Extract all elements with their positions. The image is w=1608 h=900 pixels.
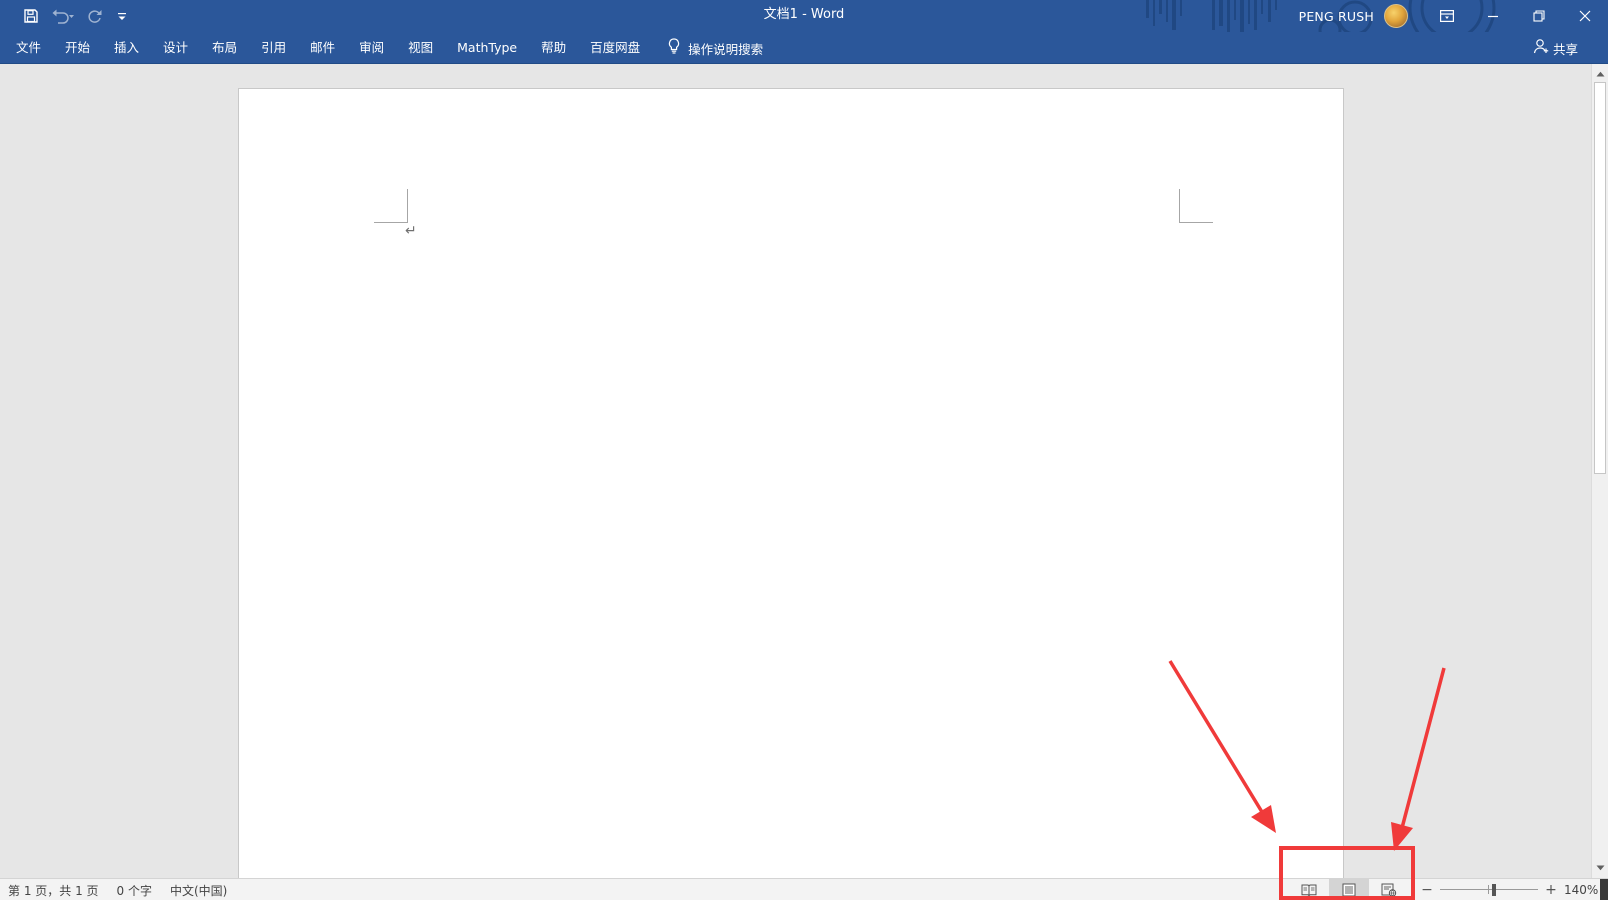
tab-help[interactable]: 帮助 (529, 32, 578, 64)
tab-layout[interactable]: 布局 (200, 32, 249, 64)
zoom-slider-track (1440, 889, 1538, 890)
page-count-status[interactable]: 第 1 页，共 1 页 (8, 882, 99, 899)
share-label: 共享 (1552, 41, 1578, 57)
scrollbar-thumb[interactable] (1594, 82, 1606, 474)
tab-mathtype[interactable]: MathType (445, 32, 529, 64)
avatar[interactable] (1384, 4, 1408, 28)
tab-insert[interactable]: 插入 (102, 32, 151, 64)
top-right-margin-mark (1179, 189, 1213, 223)
word-window: 文档1 - Word PENG RUSH 文件 开始 插入 设计 布局 引用 邮… (0, 0, 1608, 900)
undo-icon[interactable] (50, 5, 76, 27)
window-controls (1424, 0, 1608, 32)
tab-home[interactable]: 开始 (53, 32, 102, 64)
save-icon[interactable] (18, 5, 44, 27)
tab-review[interactable]: 审阅 (347, 32, 396, 64)
tab-file[interactable]: 文件 (0, 32, 53, 64)
language-status[interactable]: 中文(中国) (170, 882, 227, 899)
scroll-up-icon[interactable] (1592, 66, 1608, 82)
tab-baidu-netdisk[interactable]: 百度网盘 (578, 32, 652, 64)
ribbon-tab-bar: 文件 开始 插入 设计 布局 引用 邮件 审阅 视图 MathType 帮助 百… (0, 32, 1608, 64)
user-account[interactable]: PENG RUSH (1299, 0, 1408, 32)
zoom-control: − + 140% (1420, 879, 1600, 900)
title-bar: 文档1 - Word PENG RUSH (0, 0, 1608, 32)
ribbon-display-options-icon[interactable] (1424, 0, 1470, 32)
read-mode-icon[interactable] (1289, 879, 1329, 900)
view-mode-buttons (1289, 879, 1409, 900)
tab-view[interactable]: 视图 (396, 32, 445, 64)
share-button[interactable]: 共享 (1533, 32, 1578, 64)
zoom-level[interactable]: 140% (1564, 883, 1600, 897)
customize-qat-icon[interactable] (114, 5, 130, 27)
scroll-down-icon[interactable] (1592, 860, 1608, 876)
resize-grip[interactable] (1600, 879, 1608, 900)
close-icon[interactable] (1562, 0, 1608, 32)
tell-me-search[interactable]: 操作说明搜索 (652, 32, 763, 64)
paragraph-mark: ↵ (405, 223, 417, 239)
tab-references[interactable]: 引用 (249, 32, 298, 64)
tab-mailings[interactable]: 邮件 (298, 32, 347, 64)
user-name: PENG RUSH (1298, 8, 1374, 24)
minimize-icon[interactable] (1470, 0, 1516, 32)
zoom-in-button[interactable]: + (1544, 882, 1558, 898)
person-icon (1533, 38, 1549, 58)
status-bar: 第 1 页，共 1 页 0 个字 中文(中国) − + 140% (0, 878, 1608, 900)
zoom-slider-thumb[interactable] (1492, 884, 1496, 896)
document-page[interactable]: ↵ (238, 88, 1344, 878)
redo-icon[interactable] (82, 5, 108, 27)
ribbon-tabs: 文件 开始 插入 设计 布局 引用 邮件 审阅 视图 MathType 帮助 百… (0, 32, 763, 64)
zoom-slider-center-tick (1488, 885, 1489, 894)
restore-icon[interactable] (1516, 0, 1562, 32)
word-count-status[interactable]: 0 个字 (117, 882, 152, 899)
web-layout-icon[interactable] (1369, 879, 1409, 900)
lightbulb-icon (668, 38, 680, 58)
document-workspace: ↵ (0, 64, 1591, 878)
vertical-scrollbar[interactable] (1591, 64, 1608, 878)
zoom-slider[interactable] (1440, 879, 1538, 900)
tell-me-label: 操作说明搜索 (688, 41, 764, 57)
print-layout-icon[interactable] (1329, 879, 1369, 900)
status-left: 第 1 页，共 1 页 0 个字 中文(中国) (8, 879, 227, 900)
zoom-out-button[interactable]: − (1420, 882, 1434, 898)
quick-access-toolbar (18, 5, 130, 27)
tab-design[interactable]: 设计 (151, 32, 200, 64)
top-left-margin-mark (374, 189, 408, 223)
